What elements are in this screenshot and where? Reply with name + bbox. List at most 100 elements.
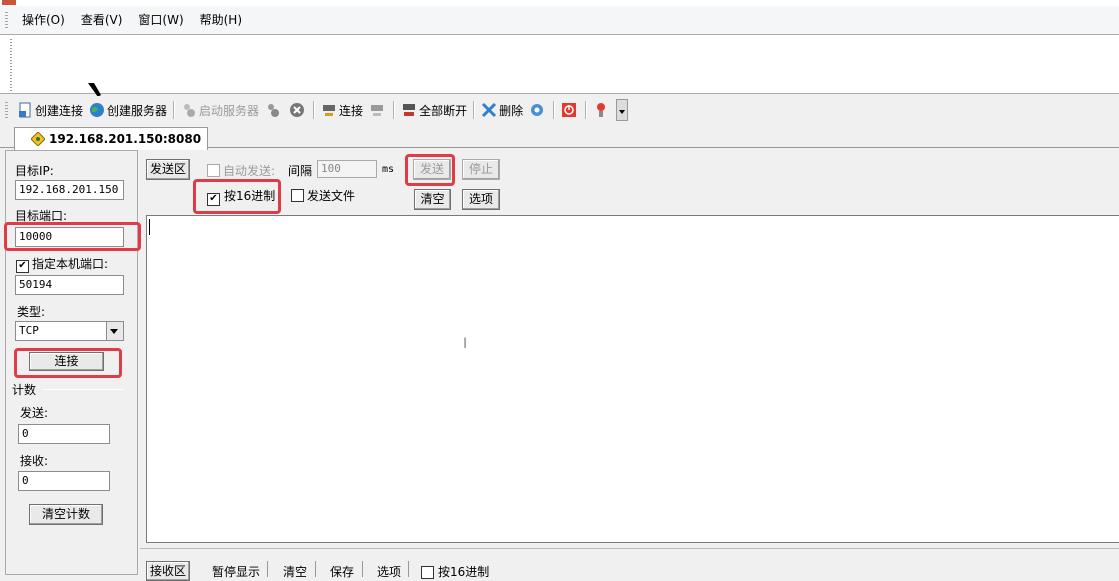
- blank-panel: [0, 34, 1119, 97]
- menu-window[interactable]: 窗口(W): [130, 6, 191, 34]
- close-circle-icon: [290, 103, 305, 117]
- sent-count-field: 0: [18, 424, 110, 444]
- toolbar-grip: [5, 102, 8, 118]
- chevron-down-icon[interactable]: [106, 322, 123, 340]
- delete-x-icon: [482, 102, 497, 118]
- send-options-button[interactable]: 选项: [462, 189, 500, 210]
- hex-receive-label: 按16进制: [438, 565, 490, 579]
- send-file-check-mark: [291, 189, 304, 202]
- help-icon: [597, 103, 606, 117]
- delete-label: 删除: [499, 103, 524, 118]
- text-caret: [149, 219, 150, 235]
- auto-send-label: 自动发送:: [223, 164, 276, 178]
- recv-label: 接收:: [20, 454, 49, 468]
- server-stop-icon: [268, 104, 280, 117]
- tab-connection[interactable]: 192.168.201.150:8080: [14, 127, 209, 150]
- toolbar-separator: [173, 101, 176, 119]
- disconnect-button[interactable]: [366, 99, 390, 121]
- gear-icon: [531, 104, 544, 116]
- settings-button[interactable]: [526, 99, 550, 121]
- send-button[interactable]: 发送: [413, 159, 451, 180]
- menu-operate[interactable]: 操作(O): [14, 6, 73, 34]
- help-button[interactable]: [590, 99, 614, 121]
- network-icon: [323, 105, 336, 116]
- type-value: TCP: [19, 324, 39, 337]
- recv-count-field: 0: [18, 471, 110, 491]
- globe-icon: [90, 103, 105, 117]
- stop-button[interactable]: 停止: [462, 159, 500, 180]
- hex-send-checkbox[interactable]: ✔: [207, 189, 220, 206]
- receive-area-label: 接收区: [146, 561, 190, 581]
- receive-toolbar: 接收区 暂停显示 清空 保存 选项 按16进制: [140, 548, 1119, 581]
- local-port-label: 指定本机端口:: [32, 257, 109, 271]
- disconnect-all-button[interactable]: 全部断开: [398, 99, 470, 121]
- hex-send-label: 按16进制: [224, 189, 276, 203]
- mouse-cursor-icon: [88, 83, 101, 97]
- toolbar: 创建连接 创建服务器 启动服务器 连接 全部断开 删除: [0, 96, 1119, 124]
- tab-label: 192.168.201.150:8080: [49, 132, 202, 146]
- send-area-label: 发送区: [146, 159, 190, 180]
- receive-options-button[interactable]: 选项: [377, 563, 401, 580]
- create-server-button[interactable]: 创建服务器: [86, 99, 170, 121]
- connect-label: 连接: [339, 103, 364, 118]
- disconnect-all-label: 全部断开: [419, 103, 468, 118]
- target-ip-label: 目标IP:: [15, 164, 54, 178]
- menu-grip: [5, 12, 8, 28]
- connect-button[interactable]: 连接: [318, 99, 366, 121]
- interval-unit: ms: [382, 164, 395, 175]
- send-file-checkbox[interactable]: [291, 189, 304, 204]
- toolbar-separator: [313, 101, 316, 119]
- menu-bar: 操作(O) 查看(V) 窗口(W) 帮助(H): [0, 6, 1119, 34]
- sent-label: 发送:: [20, 406, 49, 420]
- toolbar-separator: [553, 101, 556, 119]
- document-icon: [19, 102, 31, 118]
- count-divider: [42, 389, 124, 390]
- hex-receive-check-mark: [421, 566, 434, 579]
- local-port-input[interactable]: 50194: [15, 275, 124, 295]
- close-server-button[interactable]: [286, 99, 310, 121]
- panel-grip: [10, 39, 12, 91]
- toolbar-separator: [585, 101, 588, 119]
- app-icon: [2, 0, 16, 5]
- start-server-label: 启动服务器: [199, 103, 260, 118]
- start-server-button[interactable]: 启动服务器: [178, 99, 262, 121]
- local-port-checkbox[interactable]: ✔: [16, 256, 29, 273]
- power-button[interactable]: [558, 99, 582, 121]
- auto-send-check-mark: [207, 164, 220, 177]
- toolbar-separator: [393, 101, 396, 119]
- tab-strip: 192.168.201.150:8080: [0, 126, 1119, 150]
- delete-button[interactable]: 删除: [478, 99, 526, 121]
- send-data-textarea[interactable]: I: [146, 215, 1119, 543]
- create-server-label: 创建服务器: [107, 103, 168, 118]
- ibeam-cursor-icon: I: [463, 336, 468, 352]
- interval-input[interactable]: 100: [317, 160, 377, 178]
- type-select[interactable]: TCP: [15, 321, 124, 341]
- power-icon: [562, 103, 577, 117]
- send-file-label: 发送文件: [307, 189, 356, 203]
- count-label: 计数: [12, 383, 37, 397]
- network-all-icon: [403, 104, 416, 116]
- clear-count-button[interactable]: 清空计数: [29, 504, 103, 525]
- type-label: 类型:: [17, 305, 46, 319]
- save-receive-button[interactable]: 保存: [330, 563, 354, 580]
- interval-label: 间隔: [288, 164, 313, 178]
- server-icon: [184, 104, 196, 117]
- target-port-input[interactable]: 10000: [15, 227, 124, 247]
- clear-send-button[interactable]: 清空: [414, 189, 451, 210]
- hex-send-check-mark: ✔: [207, 193, 220, 206]
- warning-diamond-icon: [31, 132, 45, 146]
- toolbar-overflow-button[interactable]: [616, 99, 629, 121]
- network-off-icon: [371, 105, 384, 116]
- pause-display-button[interactable]: 暂停显示: [212, 563, 260, 580]
- toolbar-separator: [473, 101, 476, 119]
- menu-help[interactable]: 帮助(H): [192, 6, 250, 34]
- auto-send-checkbox[interactable]: [207, 164, 220, 179]
- stop-server-button[interactable]: [262, 99, 286, 121]
- menu-view[interactable]: 查看(V): [73, 6, 131, 34]
- clear-receive-button[interactable]: 清空: [283, 563, 307, 580]
- target-ip-input[interactable]: 192.168.201.150: [15, 180, 124, 200]
- hex-receive-checkbox[interactable]: [421, 566, 434, 581]
- create-connection-button[interactable]: 创建连接: [14, 99, 86, 121]
- connect-main-button[interactable]: 连接: [29, 352, 104, 371]
- create-connection-label: 创建连接: [35, 103, 84, 118]
